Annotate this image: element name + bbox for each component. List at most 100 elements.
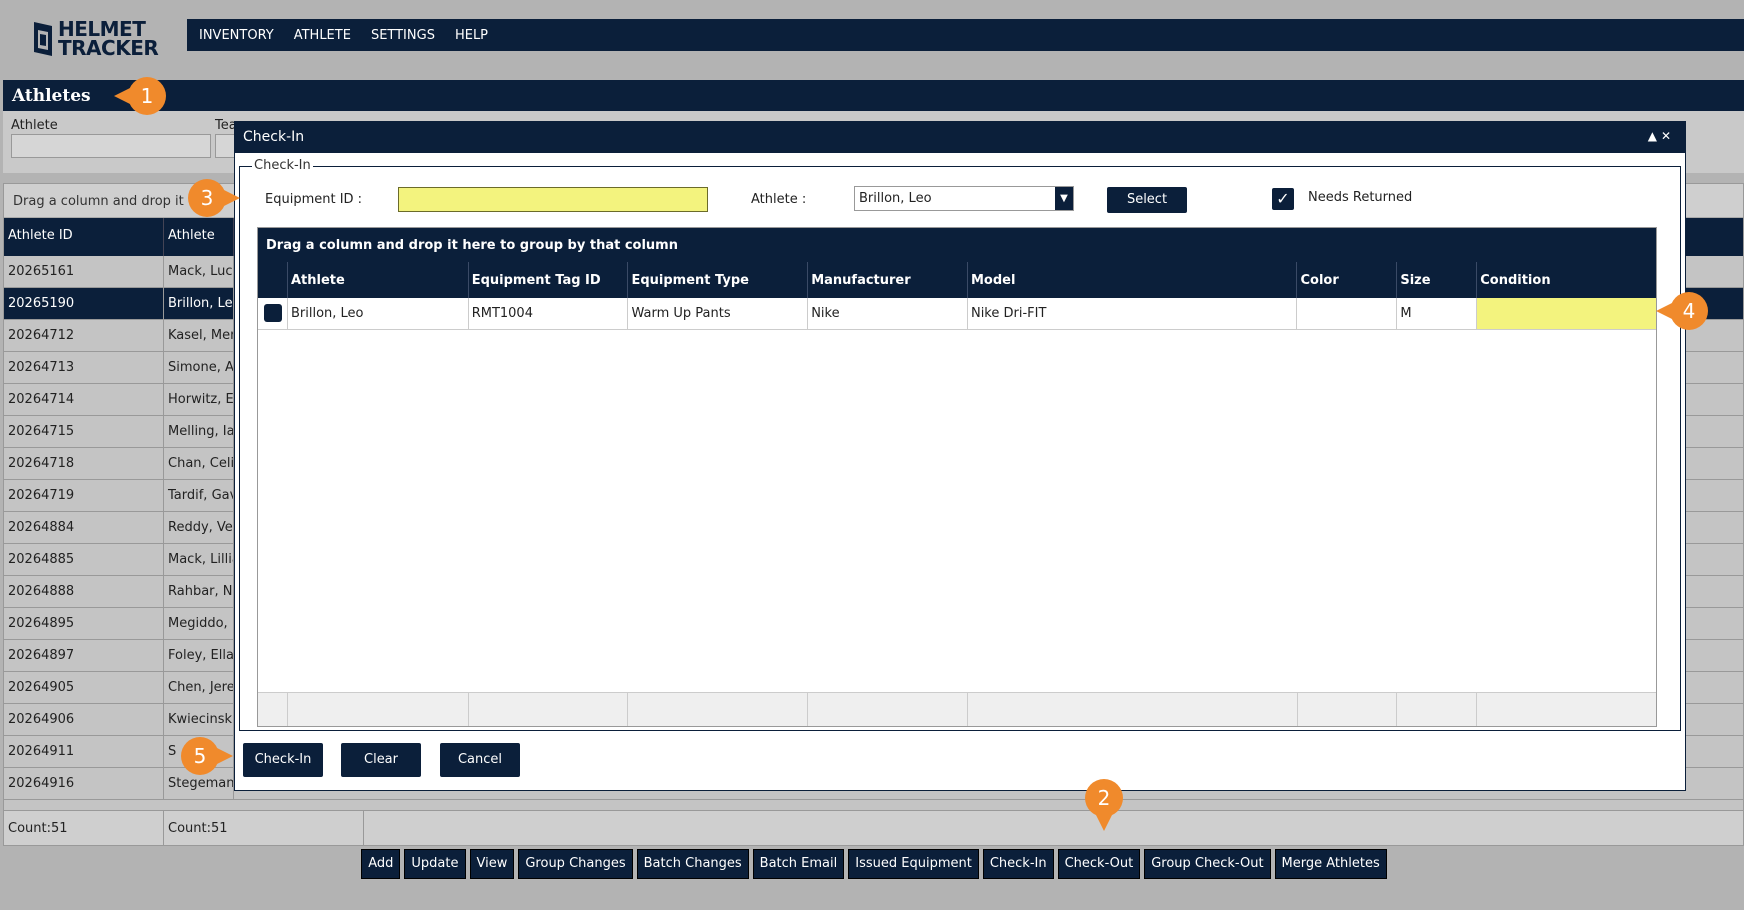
nav-athlete[interactable]: ATHLETE	[294, 28, 351, 43]
cell-athlete: Mack, Lillia	[164, 544, 234, 575]
cell-athlete-id: 20264906	[4, 704, 164, 735]
group-changes-button[interactable]: Group Changes	[518, 849, 633, 879]
chevron-down-icon[interactable]: ▼	[1055, 187, 1073, 210]
row-select-cell[interactable]	[258, 298, 288, 329]
equipment-id-label: Equipment ID :	[265, 192, 363, 207]
col-athlete[interactable]: Athlete	[288, 262, 469, 298]
group-check-out-button[interactable]: Group Check-Out	[1144, 849, 1271, 879]
athlete-filter-label: Athlete	[11, 118, 58, 133]
batch-email-button[interactable]: Batch Email	[752, 849, 845, 879]
athlete-select-value: Brillon, Leo	[859, 191, 932, 206]
nav-inventory[interactable]: INVENTORY	[199, 28, 274, 43]
cancel-button[interactable]: Cancel	[440, 743, 520, 777]
cell-athlete: Brillon, Le	[164, 288, 234, 319]
add-button[interactable]: Add	[361, 849, 401, 879]
cell-athlete: Horwitz, E	[164, 384, 234, 415]
callout-1: 1	[114, 77, 166, 115]
cell-athlete: Brillon, Leo	[288, 298, 469, 329]
cell-athlete: Mack, Luca	[164, 256, 234, 287]
cell-athlete: Reddy, Vel	[164, 512, 234, 543]
dialog-title: Check-In	[243, 129, 305, 145]
cell-athlete-id: 20265190	[4, 288, 164, 319]
clear-button[interactable]: Clear	[341, 743, 421, 777]
cell-athlete-id: 20264905	[4, 672, 164, 703]
athlete-select[interactable]: Brillon, Leo ▼	[854, 186, 1074, 211]
grid-header: Athlete Equipment Tag ID Equipment Type …	[258, 262, 1656, 298]
check-in-dialog: Check-In ▲✕ Check-In Equipment ID : Athl…	[234, 121, 1686, 791]
page-title: Athletes	[3, 80, 1744, 111]
cell-athlete-id: 20264718	[4, 448, 164, 479]
cell-athlete: Tardif, Gav	[164, 480, 234, 511]
callout-5: 5	[181, 737, 233, 775]
col-color[interactable]: Color	[1297, 262, 1398, 298]
col-condition[interactable]: Condition	[1477, 262, 1656, 298]
fieldset-legend: Check-In	[252, 158, 313, 173]
batch-changes-button[interactable]: Batch Changes	[636, 849, 749, 879]
table-row[interactable]: Brillon, Leo RMT1004 Warm Up Pants Nike …	[258, 298, 1656, 330]
check-in-submit-button[interactable]: Check-In	[243, 743, 323, 777]
needs-returned-label: Needs Returned	[1308, 190, 1413, 205]
nav-help[interactable]: HELP	[455, 28, 488, 43]
cell-athlete-id: 20264712	[4, 320, 164, 351]
check-in-button[interactable]: Check-In	[982, 849, 1054, 879]
cell-athlete-id: 20264715	[4, 416, 164, 447]
issued-equipment-button[interactable]: Issued Equipment	[848, 849, 979, 879]
merge-athletes-button[interactable]: Merge Athletes	[1274, 849, 1387, 879]
check-in-fieldset: Check-In Equipment ID : Athlete : Brillo…	[239, 158, 1681, 731]
check-in-grid: Drag a column and drop it here to group …	[257, 227, 1657, 727]
collapse-icon[interactable]: ▲	[1648, 129, 1661, 143]
col-equipment-tag-id[interactable]: Equipment Tag ID	[469, 262, 629, 298]
action-bar: Add Update View Group Changes Batch Chan…	[0, 849, 1744, 879]
callout-2: 2	[1085, 779, 1123, 831]
cell-equipment-tag-id: RMT1004	[469, 298, 629, 329]
footer-count: Count:51	[164, 811, 364, 845]
athlete-label: Athlete :	[751, 192, 807, 207]
top-navigation: INVENTORY ATHLETE SETTINGS HELP	[187, 19, 1744, 51]
callout-4: 4	[1656, 292, 1708, 330]
cell-athlete-id: 20264895	[4, 608, 164, 639]
helmet-tracker-logo[interactable]: HELMET TRACKER	[32, 18, 172, 60]
athlete-filter-input[interactable]	[11, 134, 211, 158]
cell-equipment-type: Warm Up Pants	[628, 298, 809, 329]
cell-athlete: Kasel, Mer	[164, 320, 234, 351]
team-filter-input[interactable]	[215, 134, 235, 158]
grid-group-hint: Drag a column and drop it here to group …	[258, 228, 1656, 262]
cell-athlete-id: 20264713	[4, 352, 164, 383]
row-checkbox[interactable]	[264, 304, 282, 322]
logo-line-2: TRACKER	[58, 36, 159, 60]
col-manufacturer[interactable]: Manufacturer	[808, 262, 968, 298]
view-button[interactable]: View	[469, 849, 515, 879]
update-button[interactable]: Update	[404, 849, 466, 879]
cell-model: Nike Dri-FIT	[968, 298, 1298, 329]
select-button[interactable]: Select	[1107, 187, 1187, 213]
cell-athlete: Megiddo, I	[164, 608, 234, 639]
col-select	[258, 262, 288, 298]
cell-athlete-id: 20264911	[4, 736, 164, 767]
callout-3: 3	[188, 179, 240, 217]
footer-count: Count:51	[4, 811, 164, 845]
cell-athlete: Melling, Ia	[164, 416, 234, 447]
col-model[interactable]: Model	[968, 262, 1298, 298]
cell-athlete-id: 20264897	[4, 640, 164, 671]
nav-settings[interactable]: SETTINGS	[371, 28, 435, 43]
col-size[interactable]: Size	[1397, 262, 1478, 298]
cell-condition[interactable]	[1477, 298, 1656, 329]
cell-color	[1297, 298, 1398, 329]
dialog-title-bar: Check-In ▲✕	[235, 122, 1685, 153]
equipment-id-input[interactable]	[398, 187, 708, 212]
cell-athlete-id: 20264719	[4, 480, 164, 511]
helmet-logo-icon	[34, 22, 52, 56]
needs-returned-checkbox[interactable]: ✓	[1272, 188, 1294, 210]
cell-athlete: Chen, Jere	[164, 672, 234, 703]
grid-footer	[258, 692, 1656, 726]
col-athlete[interactable]: Athlete	[164, 218, 234, 256]
col-equipment-type[interactable]: Equipment Type	[628, 262, 809, 298]
cell-athlete-id: 20264916	[4, 768, 164, 799]
cell-athlete: Chan, Celi	[164, 448, 234, 479]
cell-athlete: Rahbar, Ni	[164, 576, 234, 607]
cell-athlete: Simone, A	[164, 352, 234, 383]
check-out-button[interactable]: Check-Out	[1057, 849, 1141, 879]
cell-athlete-id: 20265161	[4, 256, 164, 287]
close-icon[interactable]: ✕	[1661, 129, 1675, 143]
col-athlete-id[interactable]: Athlete ID	[4, 218, 164, 256]
